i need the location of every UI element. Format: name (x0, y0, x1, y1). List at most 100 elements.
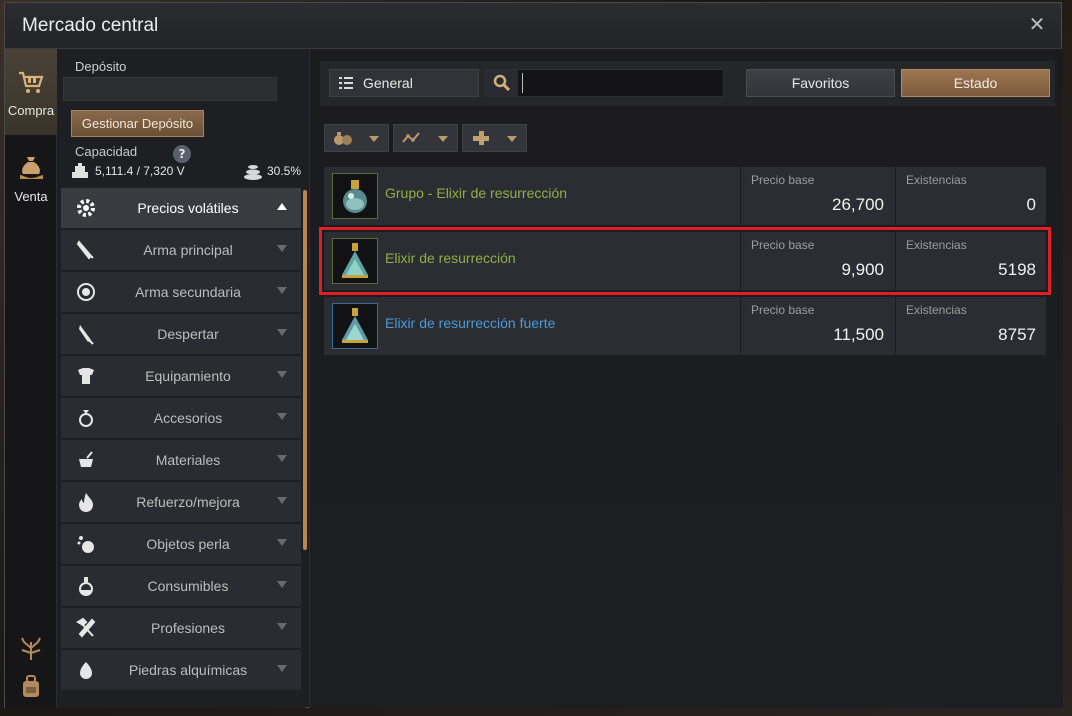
chevron-up-icon (277, 203, 287, 210)
category-enhancement[interactable]: Refuerzo/mejora (61, 482, 301, 522)
category-pearl-items[interactable]: Objetos perla (61, 524, 301, 564)
ring-icon (79, 410, 93, 427)
category-equipment[interactable]: Equipamiento (61, 356, 301, 396)
base-price-value: 26,700 (832, 195, 884, 214)
nav-buy-label: Compra (7, 102, 55, 118)
item-list: Grupo - Elixir de resurrección Precio ba… (319, 167, 1051, 362)
plus-icon (473, 131, 489, 145)
stock-value: 5198 (998, 260, 1036, 279)
chevron-down-icon (277, 245, 287, 252)
chevron-down-icon (277, 455, 287, 462)
category-awakening[interactable]: Despertar (61, 314, 301, 354)
pearl-icon (77, 536, 94, 553)
flame-icon (79, 493, 93, 512)
category-accessories[interactable]: Accesorios (61, 398, 301, 438)
deposit-select[interactable] (63, 77, 277, 101)
help-icon[interactable]: ? (173, 145, 191, 163)
filter-plus-dropdown[interactable] (462, 124, 527, 152)
list-icon (339, 77, 353, 89)
chevron-down-icon (507, 136, 517, 142)
central-market-window: Mercado central ✕ Compra Venta Depósito … (4, 2, 1063, 708)
chevron-down-icon (277, 497, 287, 504)
shield-icon (77, 283, 95, 301)
category-consumables[interactable]: Consumibles (61, 566, 301, 606)
trend-chart-icon (402, 132, 420, 143)
stock-label: Existencias (906, 238, 967, 252)
item-row[interactable]: Elixir de resurrección fuerte Precio bas… (324, 297, 1046, 355)
chevron-down-icon (277, 329, 287, 336)
sidebar: Depósito Gestionar Depósito Capacidad ? … (57, 49, 307, 708)
weight-stack-icon (244, 165, 262, 180)
armor-icon (78, 368, 94, 384)
chevron-down-icon (277, 581, 287, 588)
capacity-row: 5,111.4 / 7,320 V 30.5% (71, 162, 307, 180)
weight-percent: 30.5% (267, 164, 302, 178)
capacity-label: Capacidad (75, 144, 138, 159)
base-price-value: 9,900 (841, 260, 884, 279)
category-volatile-prices[interactable]: Precios volátiles (61, 188, 301, 228)
category-label: Accesorios (153, 410, 223, 426)
favorites-button[interactable]: Favoritos (746, 69, 895, 97)
tools-icon (76, 617, 96, 638)
potion-flask-icon (343, 180, 367, 213)
chevron-down-icon (438, 136, 448, 142)
category-label: Equipamiento (145, 368, 231, 384)
window-title: Mercado central (22, 15, 159, 36)
category-label: Precios volátiles (137, 200, 239, 216)
base-price-label: Precio base (751, 238, 815, 252)
filter-bag-dropdown[interactable] (324, 124, 389, 152)
base-price-label: Precio base (751, 173, 815, 187)
category-list: Precios volátiles Arma principal Arma se… (61, 188, 301, 692)
manage-deposit-button[interactable]: Gestionar Depósito (71, 110, 204, 137)
stone-icon (80, 662, 92, 679)
mortar-icon (79, 451, 93, 467)
tree-icon[interactable] (17, 634, 45, 662)
money-bag-icon (20, 156, 43, 179)
search-icon[interactable] (486, 70, 518, 96)
category-alchemy-stones[interactable]: Piedras alquímicas (61, 650, 301, 690)
category-label: Arma principal (143, 242, 233, 258)
weight-icon (72, 163, 88, 178)
stock-cell: Existencias 5198 (895, 232, 1046, 290)
category-label: Piedras alquímicas (128, 662, 248, 678)
search-input[interactable] (522, 73, 718, 93)
item-row[interactable]: Grupo - Elixir de resurrección Precio ba… (324, 167, 1046, 225)
category-professions[interactable]: Profesiones (61, 608, 301, 648)
category-label: Refuerzo/mejora (136, 494, 240, 510)
backpack-icon[interactable] (17, 672, 45, 700)
category-main-weapon[interactable]: Arma principal (61, 230, 301, 270)
gear-icon (77, 199, 95, 217)
nav-sell-label: Venta (14, 188, 48, 204)
category-scrollbar[interactable] (303, 190, 307, 550)
nav-sell[interactable]: Venta (5, 135, 57, 221)
cart-icon (19, 71, 44, 93)
category-materials[interactable]: Materiales (61, 440, 301, 480)
elixir-icon (342, 243, 368, 278)
stock-value: 8757 (998, 325, 1036, 344)
elixir-icon (342, 308, 368, 343)
filter-row (324, 124, 527, 152)
category-secondary-weapon[interactable]: Arma secundaria (61, 272, 301, 312)
filter-trend-dropdown[interactable] (393, 124, 458, 152)
base-price-cell: Precio base 11,500 (740, 297, 894, 355)
nav-buy[interactable]: Compra (5, 49, 57, 135)
chevron-down-icon (277, 287, 287, 294)
item-row[interactable]: Elixir de resurrección Precio base 9,900… (319, 227, 1051, 295)
close-icon[interactable]: ✕ (1027, 14, 1047, 34)
chevron-down-icon (369, 136, 379, 142)
base-price-cell: Precio base 9,900 (740, 232, 894, 290)
category-dropdown[interactable]: General (329, 69, 479, 97)
search-box[interactable] (485, 69, 724, 97)
main-panel: General Favoritos Estado Grupo - Elixir … (309, 49, 1063, 708)
mode-nav: Compra Venta (5, 49, 57, 708)
blade-icon (79, 325, 94, 345)
chevron-down-icon (277, 371, 287, 378)
toolbar: General Favoritos Estado (320, 61, 1055, 106)
sword-icon (76, 240, 94, 260)
category-dropdown-value: General (363, 75, 413, 91)
item-thumbnail (332, 303, 378, 349)
stock-label: Existencias (906, 303, 967, 317)
status-button[interactable]: Estado (901, 69, 1050, 97)
item-name: Elixir de resurrección fuerte (385, 315, 556, 331)
stock-label: Existencias (906, 173, 967, 187)
